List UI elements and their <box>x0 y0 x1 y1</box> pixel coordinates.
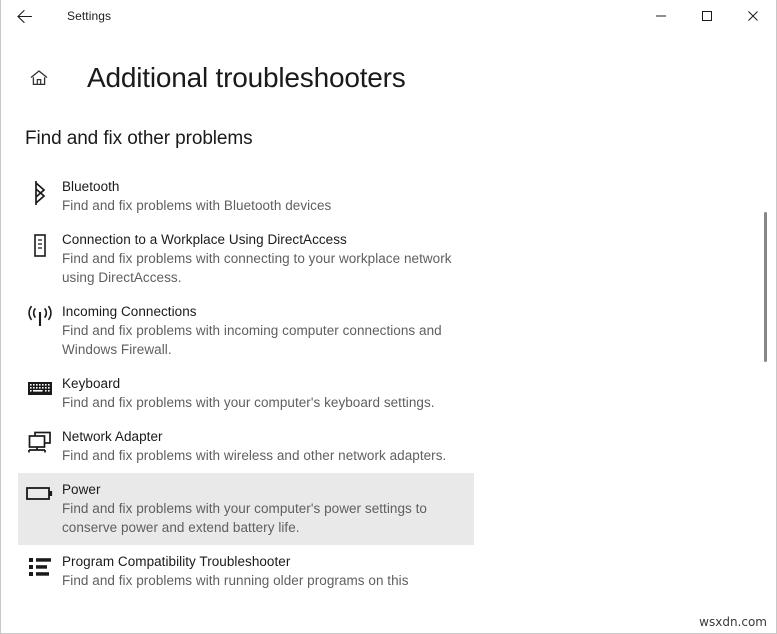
back-arrow-icon <box>16 9 32 23</box>
item-title: Connection to a Workplace Using DirectAc… <box>62 232 347 247</box>
list-item[interactable]: Network Adapter Find and fix problems wi… <box>18 420 474 473</box>
icon-slot <box>18 480 62 503</box>
item-text: Incoming Connections Find and fix proble… <box>62 302 466 359</box>
item-title: Incoming Connections <box>62 304 197 319</box>
maximize-icon <box>702 11 712 21</box>
broadcast-icon <box>28 305 52 326</box>
minimize-icon <box>656 15 666 17</box>
minimize-button[interactable] <box>638 0 684 32</box>
close-button[interactable] <box>730 0 776 32</box>
item-text: Network Adapter Find and fix problems wi… <box>62 427 450 465</box>
program-list-icon <box>29 558 51 576</box>
list-item[interactable]: Bluetooth Find and fix problems with Blu… <box>18 170 474 223</box>
maximize-button[interactable] <box>684 0 730 32</box>
troubleshooter-list: Bluetooth Find and fix problems with Blu… <box>1 170 776 598</box>
scrollbar[interactable] <box>760 32 772 633</box>
list-item[interactable]: Keyboard Find and fix problems with your… <box>18 367 474 420</box>
item-title: Power <box>62 482 101 497</box>
network-adapter-icon <box>28 431 51 453</box>
item-title: Keyboard <box>62 376 121 391</box>
keyboard-icon <box>28 382 52 395</box>
item-description: Find and fix problems with incoming comp… <box>62 323 442 357</box>
list-item[interactable]: Connection to a Workplace Using DirectAc… <box>18 223 474 295</box>
window-title: Settings <box>67 9 112 23</box>
item-description: Find and fix problems with running older… <box>62 573 409 588</box>
item-title: Program Compatibility Troubleshooter <box>62 554 291 569</box>
item-text: Keyboard Find and fix problems with your… <box>62 374 439 412</box>
icon-slot <box>18 177 62 206</box>
bluetooth-icon <box>35 181 46 205</box>
item-description: Find and fix problems with your computer… <box>62 501 427 535</box>
section-heading: Find and fix other problems <box>25 128 253 149</box>
caption-buttons <box>638 0 776 32</box>
icon-slot <box>18 427 62 456</box>
close-icon <box>748 11 758 21</box>
icon-slot <box>18 374 62 399</box>
page-title: Additional troubleshooters <box>87 62 406 93</box>
back-button[interactable] <box>1 0 47 32</box>
page-header: Additional troubleshooters <box>1 56 776 100</box>
item-description: Find and fix problems with wireless and … <box>62 448 447 463</box>
icon-slot <box>18 302 62 331</box>
item-description: Find and fix problems with Bluetooth dev… <box>62 198 332 213</box>
battery-icon <box>26 487 53 500</box>
list-item-power[interactable]: Power Find and fix problems with your co… <box>18 473 474 545</box>
home-icon <box>30 70 48 86</box>
watermark: wsxdn.com <box>695 614 771 630</box>
list-item[interactable]: Program Compatibility Troubleshooter Fin… <box>18 545 474 598</box>
settings-window: Settings Additional troubleshooters Find… <box>0 0 777 634</box>
list-item[interactable]: Incoming Connections Find and fix proble… <box>18 295 474 367</box>
item-description: Find and fix problems with your computer… <box>62 395 435 410</box>
item-text: Connection to a Workplace Using DirectAc… <box>62 230 466 287</box>
item-title: Network Adapter <box>62 429 163 444</box>
item-text: Bluetooth Find and fix problems with Blu… <box>62 177 335 215</box>
item-text: Program Compatibility Troubleshooter Fin… <box>62 552 413 590</box>
item-title: Bluetooth <box>62 179 120 194</box>
device-icon <box>34 234 46 257</box>
home-button[interactable] <box>24 63 54 93</box>
item-text: Power Find and fix problems with your co… <box>62 480 466 537</box>
icon-slot <box>18 230 62 259</box>
scrollbar-thumb[interactable] <box>764 212 767 362</box>
icon-slot <box>18 552 62 579</box>
item-description: Find and fix problems with connecting to… <box>62 251 452 285</box>
titlebar: Settings <box>1 0 776 32</box>
